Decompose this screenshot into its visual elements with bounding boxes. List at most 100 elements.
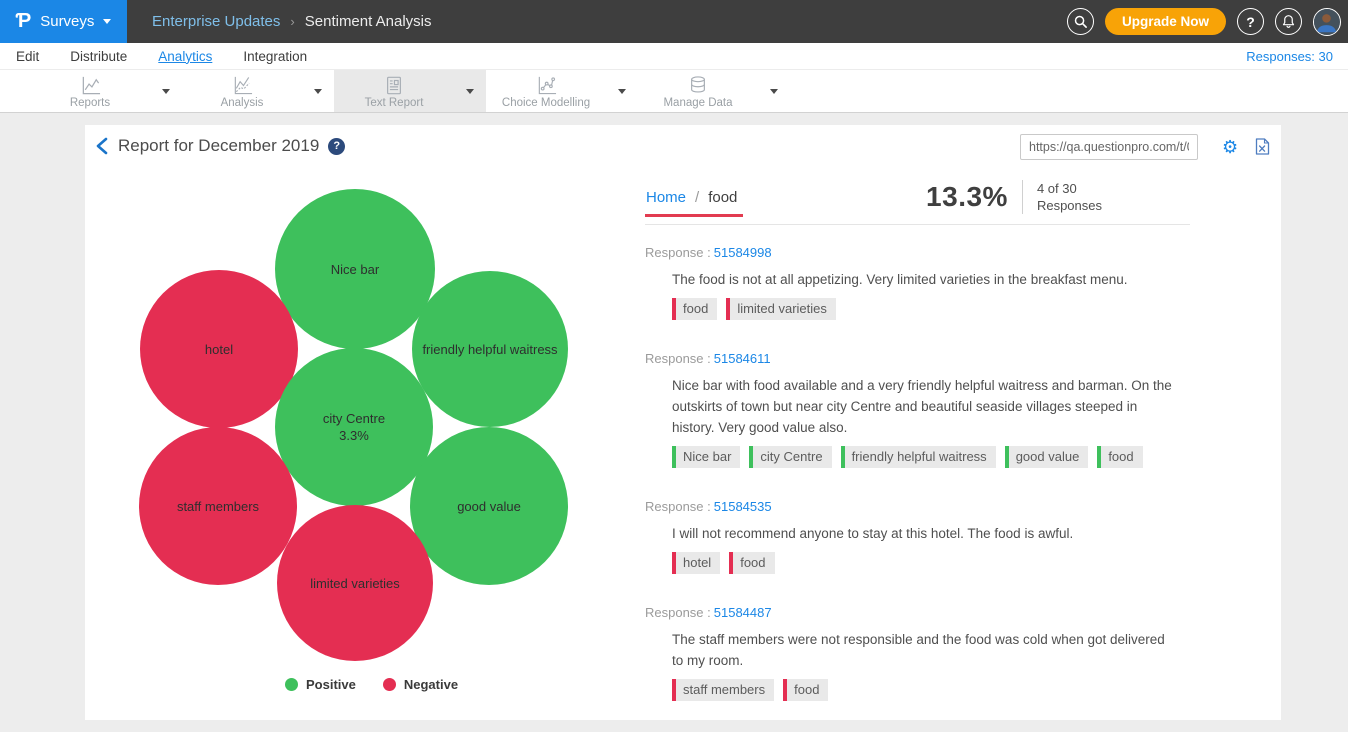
bubble-label: city Centre (323, 410, 385, 427)
panel-home-link[interactable]: Home (646, 189, 686, 206)
tag-nice-bar: Nice bar (672, 446, 740, 468)
tag-hotel: hotel (672, 552, 720, 574)
bubble-value: 3.3% (339, 427, 369, 444)
analysis-label: Analysis (221, 97, 264, 109)
chevron-down-icon (162, 89, 170, 94)
panel-header: Home / food 13.3% 4 of 30 Responses (645, 180, 1190, 225)
responses-count-line2: Responses (1037, 197, 1102, 214)
notifications-button[interactable] (1275, 8, 1302, 35)
report-card: Report for December 2019 ? ⚙ Nice barhot… (85, 125, 1281, 720)
legend-label: Positive (306, 677, 356, 692)
avatar[interactable] (1313, 8, 1341, 36)
responses-counter-link[interactable]: Responses: 30 (1246, 49, 1348, 64)
chevron-down-icon (314, 89, 322, 94)
response-label: Response : (645, 605, 711, 620)
nav-item-edit[interactable]: Edit (16, 49, 39, 64)
share-url-input[interactable] (1020, 134, 1198, 160)
response-header: Response :51584998 (645, 245, 1190, 260)
legend-dot-icon (383, 678, 396, 691)
bubble-label: good value (457, 498, 521, 515)
topbar-actions: Upgrade Now ? (1067, 8, 1348, 36)
tag-friendly-helpful-waitress: friendly helpful waitress (841, 446, 996, 468)
analysis-button[interactable]: Analysis (182, 70, 302, 112)
user-photo-icon (1314, 9, 1339, 34)
response-id-link[interactable]: 51584611 (714, 351, 771, 366)
settings-gear-icon[interactable]: ⚙ (1222, 134, 1238, 160)
response-text: The food is not at all appetizing. Very … (672, 269, 1177, 290)
reports-button[interactable]: Reports (30, 70, 150, 112)
tag-good-value: good value (1005, 446, 1089, 468)
bubble-label: limited varieties (310, 575, 400, 592)
response-item: Response :51584998 The food is not at all… (645, 245, 1190, 320)
survey-nav: Edit Distribute Analytics Integration Respo… (0, 43, 1348, 70)
chevron-down-icon (618, 89, 626, 94)
text-report-button[interactable]: Text Report (334, 70, 454, 112)
tag-food: food (729, 552, 774, 574)
tag-staff-members: staff members (672, 679, 774, 701)
search-icon (1073, 14, 1088, 29)
chart-legend: PositiveNegative (285, 677, 458, 692)
question-mark-icon: ? (1246, 14, 1255, 30)
analysis-dropdown-button[interactable] (302, 70, 334, 112)
response-label: Response : (645, 351, 711, 366)
upgrade-now-button[interactable]: Upgrade Now (1105, 8, 1226, 35)
choice-modelling-button[interactable]: Choice Modelling (486, 70, 606, 112)
bell-icon (1281, 14, 1296, 29)
bubble-hotel[interactable]: hotel (140, 270, 298, 428)
breadcrumb: Enterprise Updates › Sentiment Analysis (152, 13, 431, 30)
topbar: Ƥ Surveys Enterprise Updates › Sentiment… (0, 0, 1348, 43)
export-excel-icon[interactable] (1255, 138, 1270, 160)
toolbar-item-choice-modelling: Choice Modelling (486, 70, 638, 112)
nav-item-distribute[interactable]: Distribute (70, 49, 127, 64)
nav-item-analytics[interactable]: Analytics (158, 49, 212, 64)
response-id-link[interactable]: 51584998 (714, 245, 772, 260)
text-report-label: Text Report (365, 97, 424, 109)
manage-data-dropdown-button[interactable] (758, 70, 790, 112)
chevron-down-icon (770, 89, 778, 94)
breadcrumb-parent-link[interactable]: Enterprise Updates (152, 13, 280, 30)
choice-modelling-dropdown-button[interactable] (606, 70, 638, 112)
response-id-link[interactable]: 51584535 (714, 499, 772, 514)
bubble-good-value[interactable]: good value (410, 427, 568, 585)
search-button[interactable] (1067, 8, 1094, 35)
panel-breadcrumb: Home / food (645, 189, 743, 217)
nav-item-integration[interactable]: Integration (243, 49, 307, 64)
chevron-down-icon (466, 89, 474, 94)
response-header: Response :51584611 (645, 351, 1190, 366)
reports-label: Reports (70, 97, 110, 109)
toolbar-item-reports: Reports (30, 70, 182, 112)
tag-food: food (1097, 446, 1142, 468)
bubble-friendly-helpful-waitress[interactable]: friendly helpful waitress (412, 271, 568, 427)
topic-percentage: 13.3% (926, 181, 1008, 213)
bubble-nice-bar[interactable]: Nice bar (275, 189, 435, 349)
response-label: Response : (645, 245, 711, 260)
bubble-limited-varieties[interactable]: limited varieties (277, 505, 433, 661)
breadcrumb-current: Sentiment Analysis (305, 13, 432, 30)
tag-city-centre: city Centre (749, 446, 831, 468)
response-tags: staff membersfood (672, 679, 1190, 701)
analytics-toolbar: Reports Analysis Text Report Choice Modelli… (0, 70, 1348, 113)
bubble-city-centre[interactable]: city Centre3.3% (275, 348, 433, 506)
sentiment-bubble-chart: Nice barhotelfriendly helpful waitressci… (85, 125, 645, 720)
manage-data-icon (688, 75, 708, 96)
chevron-down-icon (103, 19, 111, 24)
response-text: The staff members were not responsible a… (672, 629, 1177, 671)
legend-dot-icon (285, 678, 298, 691)
response-id-link[interactable]: 51584487 (714, 605, 772, 620)
bubble-staff-members[interactable]: staff members (139, 427, 297, 585)
nav-tabs: Edit Distribute Analytics Integration (0, 49, 307, 64)
responses-list: Response :51584998The food is not at all… (645, 245, 1190, 701)
breadcrumb-separator: › (290, 14, 294, 29)
help-button[interactable]: ? (1237, 8, 1264, 35)
text-report-dropdown-button[interactable] (454, 70, 486, 112)
response-label: Response : (645, 499, 711, 514)
tag-limited-varieties: limited varieties (726, 298, 836, 320)
response-item: Response :51584611Nice bar with food ava… (645, 351, 1190, 468)
reports-dropdown-button[interactable] (150, 70, 182, 112)
reports-chart-icon (80, 75, 101, 96)
stats-divider (1022, 180, 1023, 214)
bubble-label: staff members (177, 498, 259, 515)
product-switcher[interactable]: Ƥ Surveys (0, 0, 127, 43)
manage-data-button[interactable]: Manage Data (638, 70, 758, 112)
manage-data-label: Manage Data (663, 97, 732, 109)
